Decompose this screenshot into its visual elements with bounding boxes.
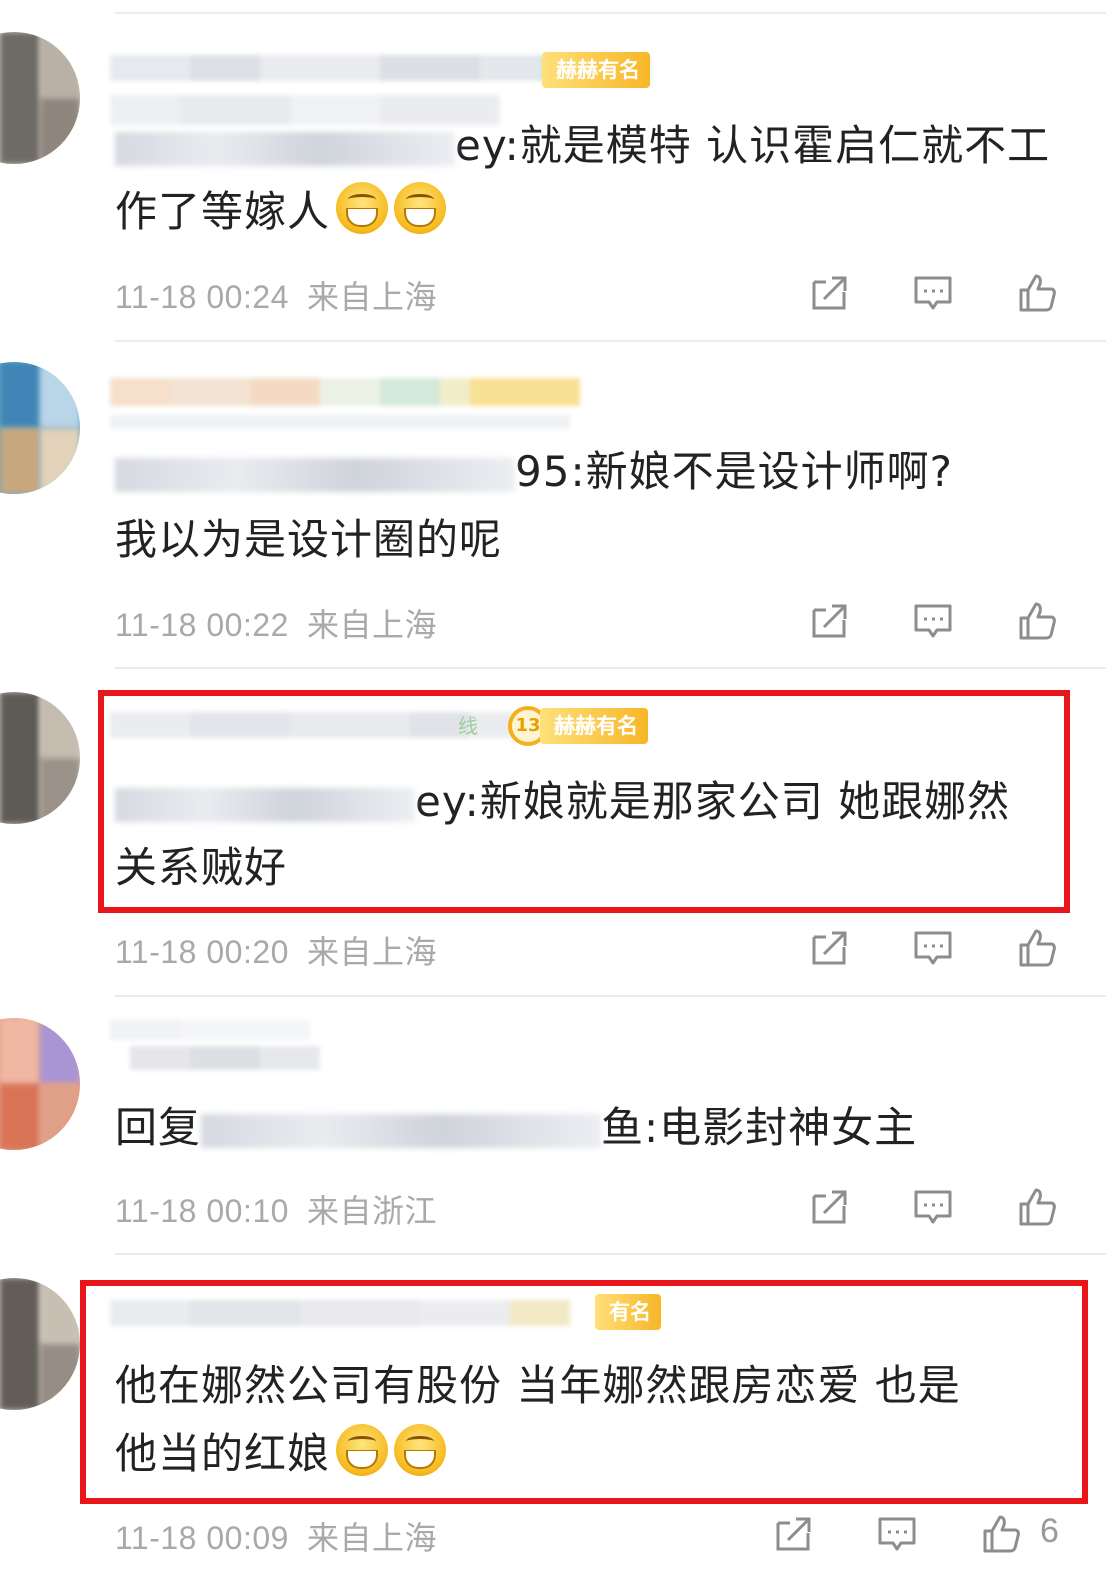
reply-prefix: 回复 — [115, 1103, 202, 1152]
location: 来自上海 — [306, 279, 437, 315]
avatar[interactable] — [0, 692, 80, 824]
blurred-username — [201, 1113, 602, 1148]
comment-text: 回复 鱼:电影封神女主 — [115, 1094, 1075, 1162]
comment-icon[interactable] — [912, 1186, 954, 1228]
timestamp: 11-18 00:10 — [115, 1193, 289, 1229]
comment-meta: 11-18 00:09 来自上海 — [115, 1513, 437, 1559]
location: 来自上海 — [306, 1520, 437, 1556]
comment-text: 作了等嫁人 — [115, 178, 1075, 246]
location: 来自浙江 — [306, 1193, 437, 1229]
divider — [115, 667, 1106, 669]
like-count: 6 — [1040, 1512, 1059, 1550]
avatar[interactable] — [0, 1278, 80, 1410]
comment-meta: 11-18 00:24 来自上海 — [115, 272, 437, 318]
avatar[interactable] — [0, 32, 80, 164]
comment-text: 我以为是设计圈的呢 — [115, 506, 1075, 574]
divider — [115, 1253, 1106, 1255]
blurred-username — [110, 415, 570, 429]
username-tail[interactable]: ey: — [455, 121, 520, 170]
avatar[interactable] — [0, 362, 80, 494]
comment-text: 95:新娘不是设计师啊? — [115, 438, 1075, 506]
blurred-username — [115, 131, 455, 166]
thumbs-up-icon[interactable] — [1016, 272, 1058, 314]
avatar[interactable] — [0, 1018, 80, 1150]
thumbs-up-icon[interactable] — [1016, 927, 1058, 969]
comment-text: ey:就是模特 认识霍启仁就不工 — [115, 112, 1075, 180]
share-icon[interactable] — [808, 1186, 850, 1228]
thumbs-up-icon[interactable] — [1016, 600, 1058, 642]
highlight-box — [98, 690, 1070, 913]
comment-meta: 11-18 00:10 来自浙江 — [115, 1186, 437, 1232]
location: 来自上海 — [306, 607, 437, 643]
blurred-username — [130, 1046, 320, 1070]
share-icon[interactable] — [808, 600, 850, 642]
grin-emoji-icon — [394, 182, 447, 234]
timestamp: 11-18 00:09 — [115, 1520, 289, 1556]
timestamp: 11-18 00:20 — [115, 934, 289, 970]
comment-line: 就是模特 认识霍启仁就不工 — [519, 121, 1051, 170]
divider — [115, 12, 1106, 14]
username-tail[interactable]: 鱼: — [601, 1103, 659, 1152]
divider — [115, 995, 1106, 997]
comment-icon[interactable] — [912, 272, 954, 314]
comment-icon[interactable] — [912, 927, 954, 969]
thumbs-up-icon[interactable] — [980, 1513, 1022, 1555]
highlight-box — [80, 1280, 1088, 1504]
comment-meta: 11-18 00:20 来自上海 — [115, 927, 437, 973]
blurred-username — [110, 378, 580, 406]
blurred-username — [115, 457, 515, 492]
divider — [115, 340, 1106, 342]
comment-line: 电影封神女主 — [659, 1103, 918, 1152]
comment-icon[interactable] — [876, 1513, 918, 1555]
comment-meta: 11-18 00:22 来自上海 — [115, 600, 437, 646]
share-icon[interactable] — [772, 1513, 814, 1555]
comment-line: 我以为是设计圈的呢 — [115, 515, 503, 564]
share-icon[interactable] — [808, 927, 850, 969]
comment-line: 作了等嫁人 — [115, 187, 331, 236]
thumbs-up-icon[interactable] — [1016, 1186, 1058, 1228]
timestamp: 11-18 00:22 — [115, 607, 289, 643]
location: 来自上海 — [306, 934, 437, 970]
badge: 赫赫有名 — [542, 52, 650, 88]
comment-line: 新娘不是设计师啊? — [585, 447, 953, 496]
username-tail[interactable]: 95: — [515, 447, 586, 496]
comment-icon[interactable] — [912, 600, 954, 642]
share-icon[interactable] — [808, 272, 850, 314]
grin-emoji-icon — [336, 182, 389, 234]
blurred-username — [110, 1020, 310, 1040]
timestamp: 11-18 00:24 — [115, 279, 289, 315]
